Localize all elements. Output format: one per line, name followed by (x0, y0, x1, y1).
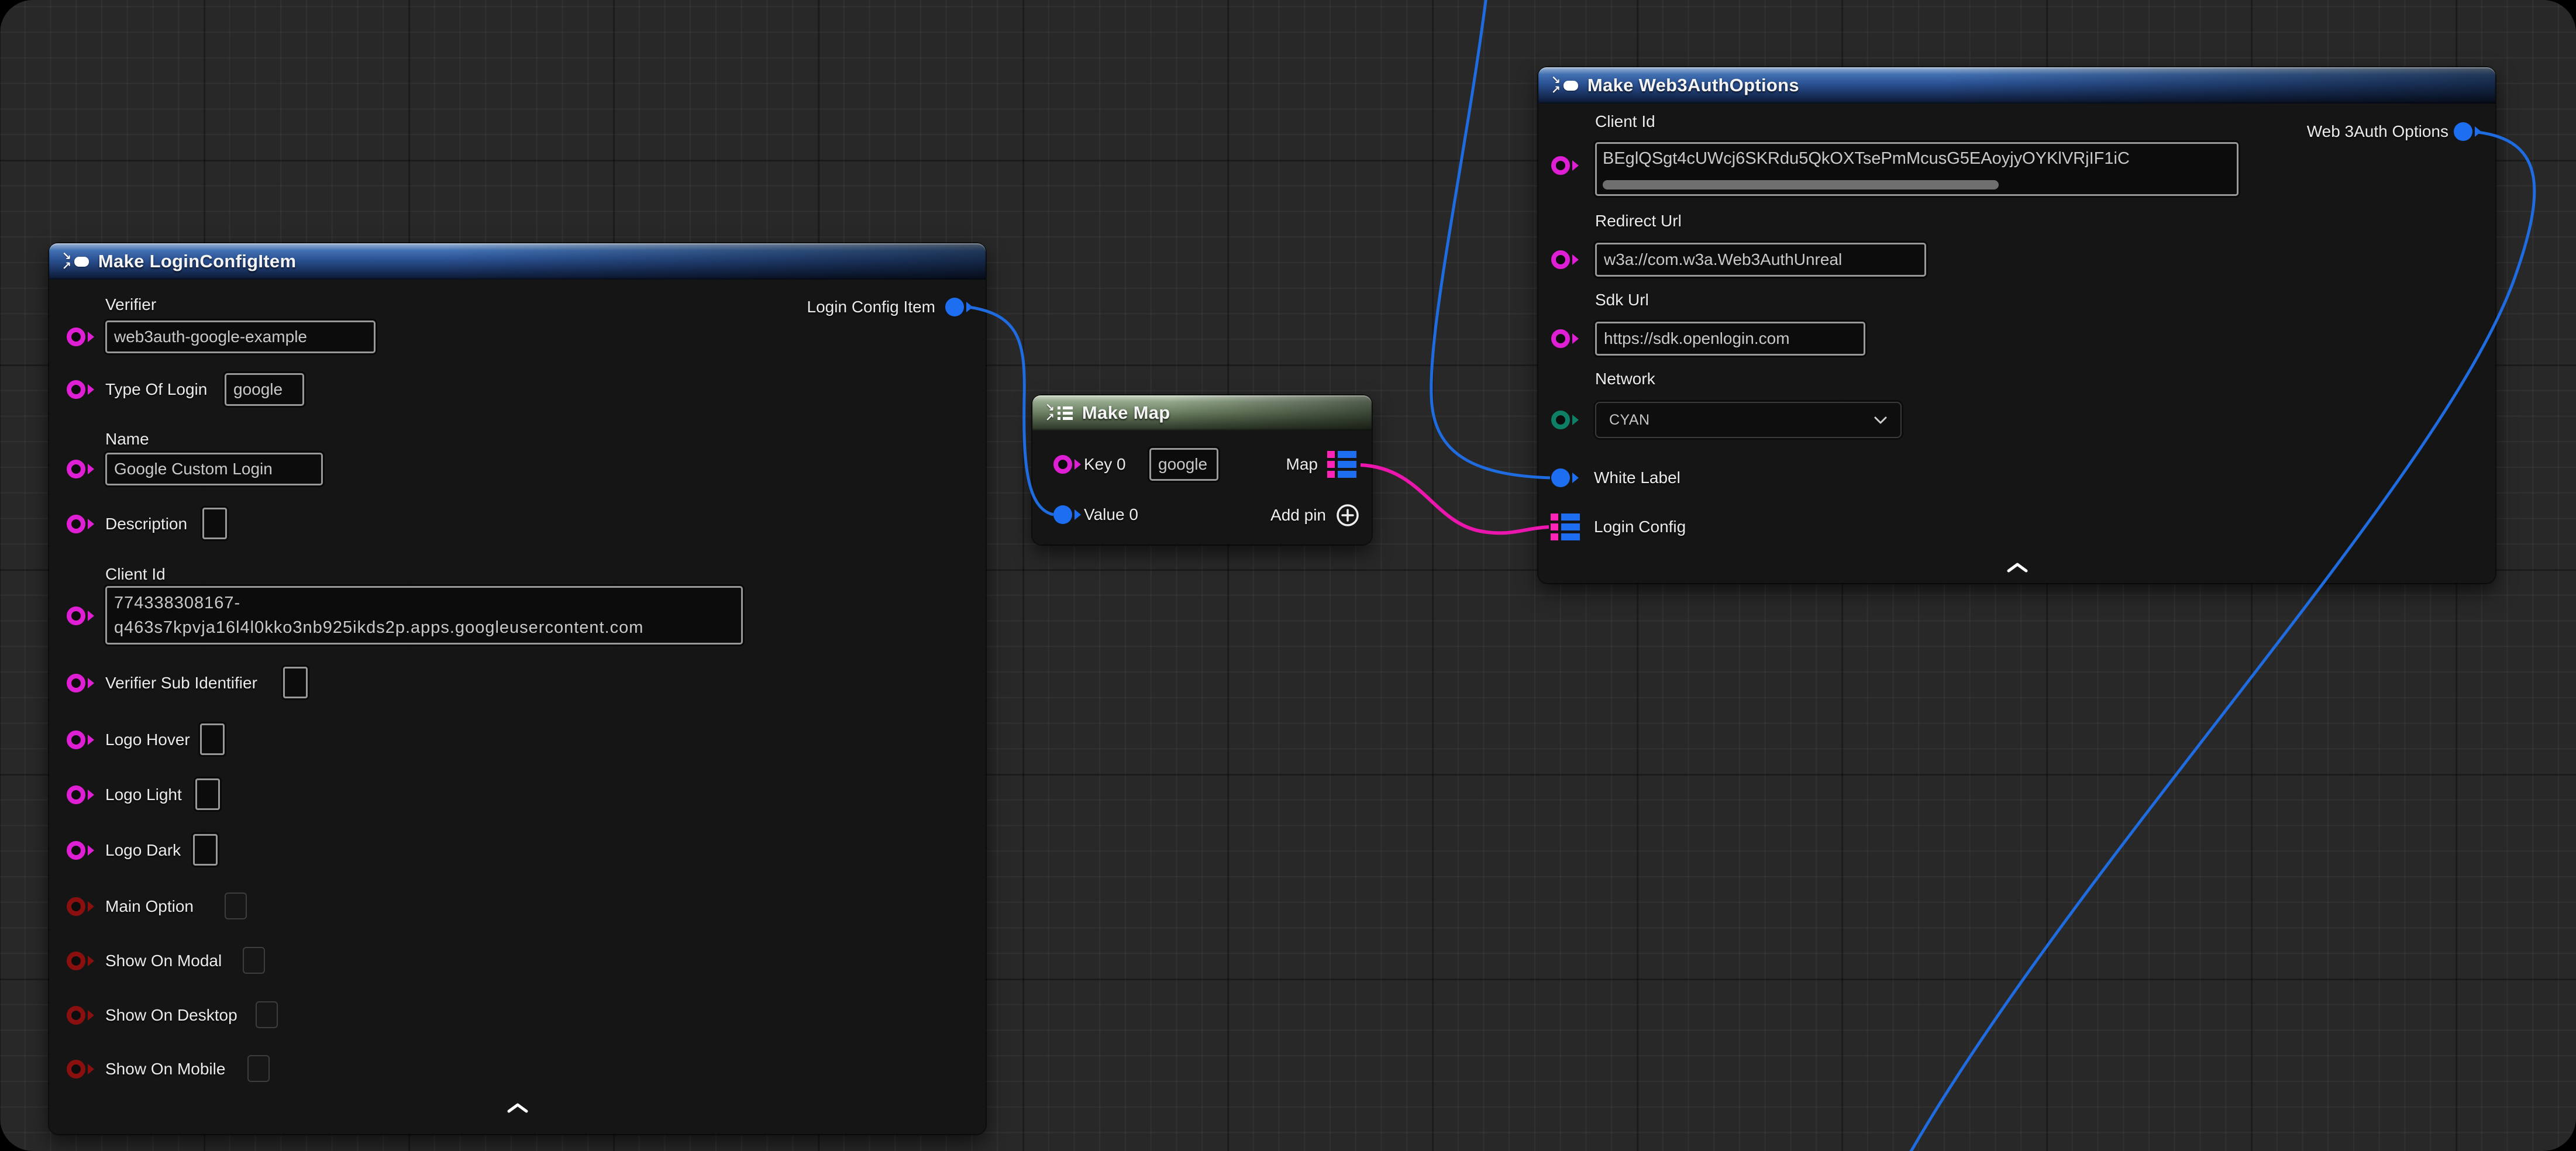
network-selected-value: CYAN (1609, 412, 1650, 429)
description-label: Description (105, 514, 187, 534)
logo-hover-input[interactable] (200, 723, 225, 755)
add-pin-label: Add pin (1270, 506, 1326, 525)
show-on-modal-label: Show On Modal (105, 951, 222, 971)
white-label-label: White Label (1594, 468, 1680, 488)
verifier-label: Verifier (105, 295, 156, 315)
output-label-login-config-item: Login Config Item (807, 297, 935, 317)
pin-name[interactable] (67, 460, 94, 478)
type-of-login-label: Type Of Login (105, 380, 207, 399)
pin-network[interactable] (1551, 411, 1579, 429)
add-pin-icon (1334, 502, 1361, 529)
collapse-node-button[interactable] (2005, 561, 2030, 573)
pin-show-on-mobile[interactable] (67, 1060, 94, 1078)
pin-logo-light[interactable] (67, 785, 94, 804)
node-make-map-header[interactable]: ↘↗ Make Map (1032, 395, 1372, 430)
sdk-url-input[interactable] (1595, 322, 1865, 356)
pin-show-on-desktop[interactable] (67, 1006, 94, 1025)
redirect-url-label: Redirect Url (1595, 211, 1682, 231)
value-0-label: Value 0 (1084, 505, 1138, 525)
add-pin-button[interactable]: Add pin (1270, 502, 1361, 529)
description-input[interactable] (202, 508, 227, 539)
node-make-loginconfigitem[interactable]: ↘↗ Make LoginConfigItem Login Config Ite… (49, 243, 986, 1134)
node-title: Make LoginConfigItem (98, 251, 296, 272)
pin-key-0[interactable] (1053, 455, 1081, 474)
pin-map-output[interactable] (1327, 451, 1356, 478)
node-make-web3authoptions-header[interactable]: ↘↗ Make Web3AuthOptions (1538, 67, 2495, 104)
pin-verifier-sub-identifier[interactable] (67, 674, 94, 692)
pin-type-of-login[interactable] (67, 380, 94, 399)
pin-main-option[interactable] (67, 897, 94, 916)
pin-show-on-modal[interactable] (67, 952, 94, 970)
logo-light-label: Logo Light (105, 785, 182, 805)
pin-client-id[interactable] (67, 606, 94, 625)
collapse-node-button[interactable] (505, 1102, 531, 1114)
pin-white-label[interactable] (1551, 468, 1579, 487)
verifier-sub-identifier-label: Verifier Sub Identifier (105, 673, 257, 693)
pin-logo-dark[interactable] (67, 841, 94, 860)
pin-redirect-url[interactable] (1551, 250, 1579, 269)
show-on-mobile-checkbox[interactable] (247, 1055, 270, 1082)
chevron-down-icon (1874, 416, 1888, 425)
node-make-loginconfigitem-header[interactable]: ↘↗ Make LoginConfigItem (49, 243, 986, 280)
network-label: Network (1595, 369, 1655, 389)
name-input[interactable] (105, 453, 323, 485)
client-id-scrollbar[interactable] (1603, 180, 1999, 189)
type-of-login-input[interactable] (225, 373, 304, 406)
blueprint-canvas[interactable]: ↘↗ Make LoginConfigItem Login Config Ite… (0, 0, 2576, 1151)
make-map-icon: ↘↗ (1045, 404, 1073, 423)
pin-web3auth-options-output[interactable] (2454, 122, 2481, 141)
pin-sdk-url[interactable] (1551, 329, 1579, 348)
logo-dark-input[interactable] (193, 834, 218, 866)
pin-login-config-item-output[interactable] (945, 298, 973, 316)
key-0-label: Key 0 (1084, 454, 1126, 474)
node-make-web3authoptions[interactable]: ↘↗ Make Web3AuthOptions Web 3Auth Option… (1538, 67, 2495, 583)
pin-login-config[interactable] (1551, 514, 1580, 540)
name-label: Name (105, 429, 149, 449)
sdk-url-label: Sdk Url (1595, 290, 1649, 310)
pin-client-id[interactable] (1551, 156, 1579, 175)
logo-dark-label: Logo Dark (105, 840, 181, 860)
node-title: Make Web3AuthOptions (1587, 75, 1799, 96)
show-on-modal-checkbox[interactable] (243, 947, 265, 974)
wire-offscreen-to-white-label[interactable] (1431, 0, 1550, 478)
login-config-label: Login Config (1594, 517, 1686, 537)
pin-value-0[interactable] (1053, 505, 1081, 524)
client-id-input[interactable]: BEglQSgt4cUWcj6SKRdu5QkOXTsePmMcusG5EAoy… (1595, 142, 2238, 196)
make-struct-icon: ↘↗ (1551, 76, 1578, 95)
make-struct-icon: ↘↗ (62, 252, 89, 271)
main-option-checkbox[interactable] (225, 892, 247, 919)
pin-description[interactable] (67, 515, 94, 533)
logo-hover-label: Logo Hover (105, 730, 190, 750)
client-id-input[interactable]: 774338308167-q463s7kpvja16l4l0kko3nb925i… (105, 586, 743, 645)
map-output-label: Map (1286, 454, 1318, 474)
client-id-label: Client Id (1595, 112, 1655, 132)
main-option-label: Main Option (105, 897, 194, 916)
verifier-input[interactable] (105, 321, 376, 353)
verifier-sub-identifier-input[interactable] (283, 667, 308, 698)
client-id-value: BEglQSgt4cUWcj6SKRdu5QkOXTsePmMcusG5EAoy… (1603, 146, 2231, 171)
logo-light-input[interactable] (195, 778, 220, 810)
pin-logo-hover[interactable] (67, 730, 94, 749)
wire-map-to-login-config[interactable] (1361, 465, 1549, 533)
pin-verifier[interactable] (67, 328, 94, 346)
show-on-desktop-checkbox[interactable] (256, 1001, 278, 1028)
output-label-web3auth-options: Web 3Auth Options (2307, 122, 2448, 142)
redirect-url-input[interactable] (1595, 243, 1926, 277)
node-title: Make Map (1082, 402, 1170, 423)
key-0-input[interactable] (1149, 448, 1218, 481)
network-dropdown[interactable]: CYAN (1595, 402, 1902, 438)
show-on-desktop-label: Show On Desktop (105, 1005, 237, 1025)
node-make-map[interactable]: ↘↗ Make Map Key 0 Map Value 0 (1032, 395, 1372, 545)
show-on-mobile-label: Show On Mobile (105, 1059, 225, 1079)
client-id-label: Client Id (105, 564, 166, 584)
